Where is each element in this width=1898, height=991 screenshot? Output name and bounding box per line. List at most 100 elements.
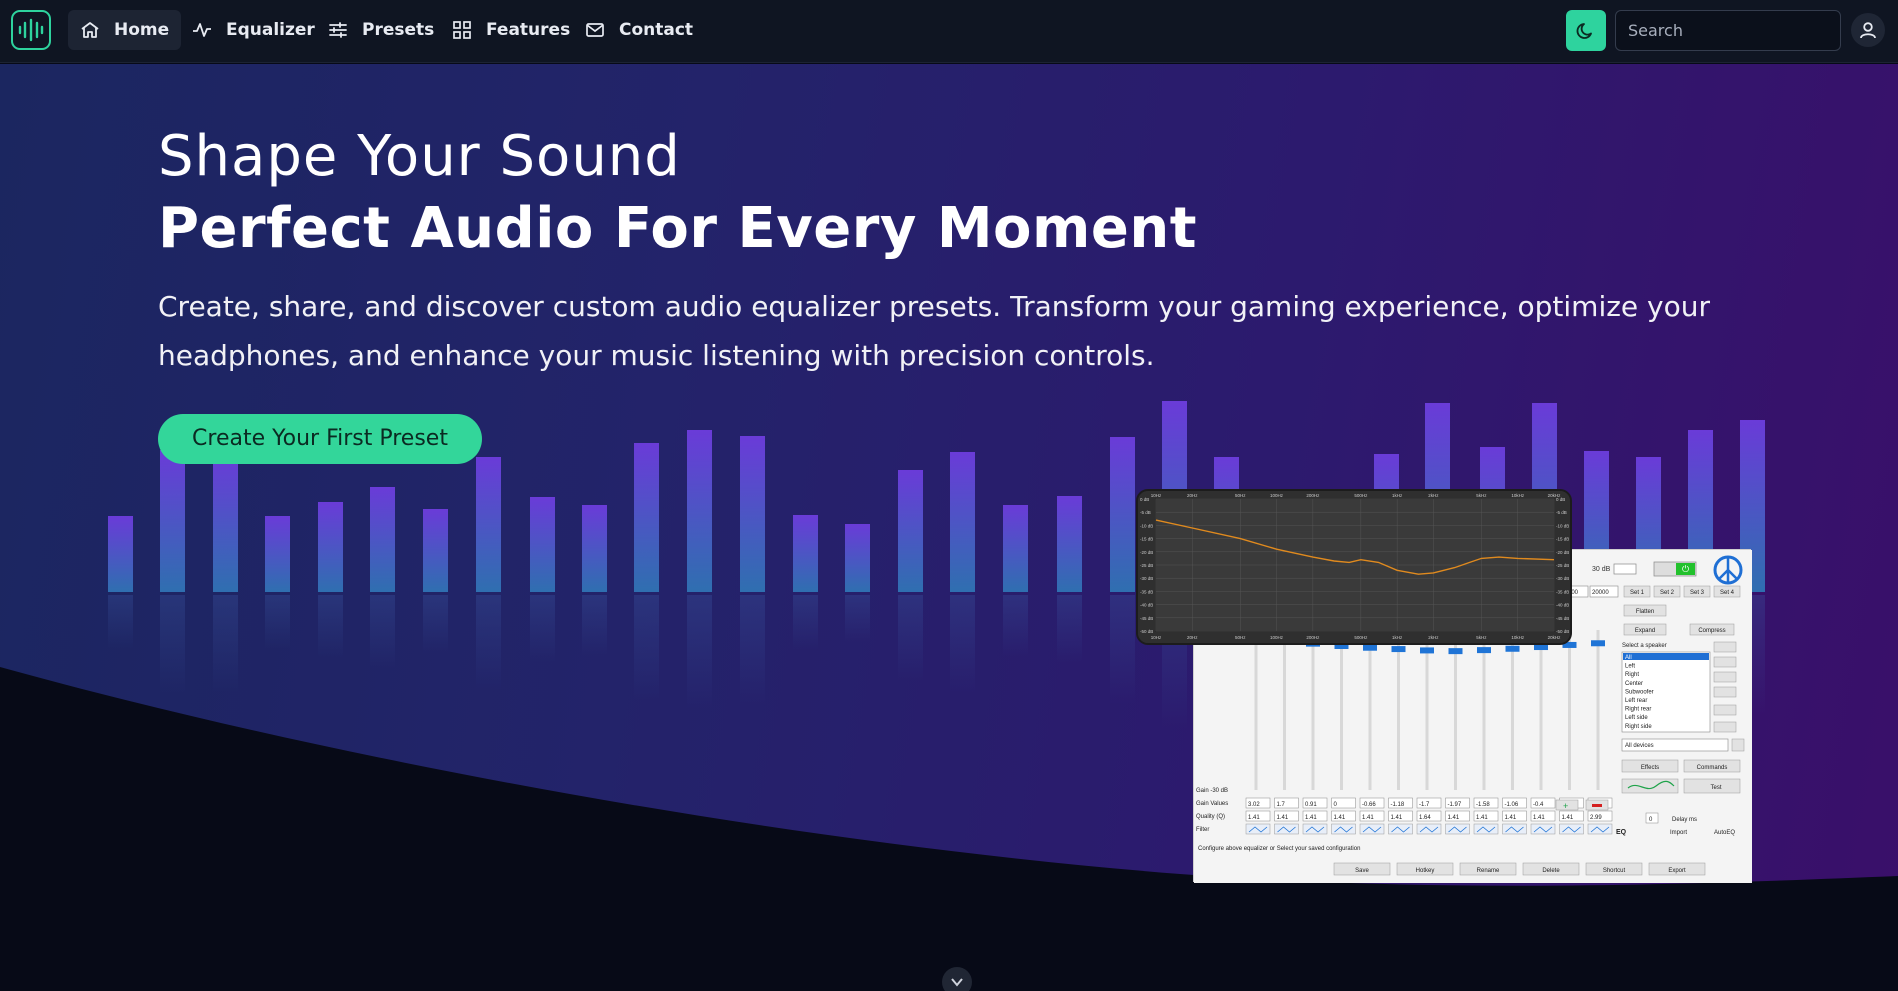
quality-value: 1.41: [1448, 815, 1460, 821]
band-slider-thumb[interactable]: [1391, 646, 1406, 653]
graph-db-label: -35 dB: [1556, 589, 1569, 594]
graph-db-label: -50 dB: [1556, 629, 1569, 634]
graph-freq-label: 200Hz: [1306, 635, 1320, 640]
graph-freq-label: 10Hz: [1151, 493, 1162, 498]
nav-home[interactable]: Home: [68, 10, 182, 50]
graph-freq-label: 20Hz: [1187, 635, 1198, 640]
footer-action-label: Shortcut: [1603, 868, 1626, 874]
hero-section: Shape Your Sound Perfect Audio For Every…: [0, 64, 1898, 991]
graph-freq-label: 200Hz: [1306, 493, 1320, 498]
graph-freq-label: 500Hz: [1354, 635, 1368, 640]
nav-equalizer-label: Equalizer: [226, 20, 315, 40]
graph-freq-label: 5kHz: [1476, 493, 1487, 498]
chevron-down-icon: [951, 978, 963, 987]
svg-text:Quality (Q): Quality (Q): [1196, 814, 1225, 820]
gain-value: -0.4: [1533, 802, 1544, 808]
graph-freq-label: 10kHz: [1511, 635, 1525, 640]
quality-value: 1.41: [1362, 815, 1374, 821]
graph-freq-label: 2kHz: [1428, 493, 1439, 498]
speaker-option[interactable]: Right rear: [1625, 707, 1651, 713]
quality-value: 1.41: [1391, 815, 1403, 821]
graph-freq-label: 100Hz: [1270, 493, 1284, 498]
graph-db-label: -10 dB: [1556, 523, 1569, 528]
graph-freq-label: 20kHz: [1548, 635, 1562, 640]
graph-db-label: -45 dB: [1556, 616, 1569, 621]
power-db-label: 30 dB: [1592, 566, 1611, 573]
speaker-option[interactable]: Center: [1625, 681, 1643, 687]
gain-value: 0.91: [1305, 802, 1317, 808]
svg-text:Flatten: Flatten: [1636, 609, 1654, 615]
top-navbar: Home Equalizer Presets Features Contact …: [0, 0, 1898, 63]
quality-value: 1.41: [1505, 815, 1517, 821]
theme-toggle-button[interactable]: [1566, 10, 1606, 51]
footer-action-label: Save: [1355, 868, 1369, 874]
speaker-option[interactable]: Subwoofer: [1625, 689, 1654, 695]
graph-db-label: -25 dB: [1556, 563, 1569, 568]
graph-db-label: 0 dB: [1556, 497, 1565, 502]
graph-db-label: -20 dB: [1140, 550, 1153, 555]
footer-action-label: Rename: [1477, 868, 1500, 874]
speaker-option[interactable]: Right: [1625, 672, 1639, 678]
hero-subtitle: Create, share, and discover custom audio…: [158, 290, 1711, 372]
gain-value: 3.02: [1248, 802, 1260, 808]
graph-db-label: -15 dB: [1140, 537, 1153, 542]
nav-equalizer[interactable]: Equalizer: [180, 10, 327, 50]
set-button-label: Set 2: [1660, 590, 1675, 596]
activity-icon: [193, 23, 211, 37]
graph-db-label: -30 dB: [1556, 576, 1569, 581]
speaker-option[interactable]: Left side: [1625, 715, 1648, 721]
band-slider-thumb[interactable]: [1420, 647, 1434, 654]
gain-value: 1.7: [1277, 802, 1286, 808]
speaker-option[interactable]: Left rear: [1625, 698, 1647, 704]
set-button-label: Set 4: [1720, 590, 1735, 596]
speaker-option[interactable]: All: [1625, 655, 1632, 661]
graph-db-label: -5 dB: [1140, 510, 1151, 515]
svg-text:Test: Test: [1710, 785, 1721, 791]
svg-text:Select a speaker: Select a speaker: [1622, 643, 1667, 649]
graph-db-label: -5 dB: [1556, 510, 1567, 515]
graph-freq-label: 20Hz: [1187, 493, 1198, 498]
svg-text:20000: 20000: [1592, 590, 1609, 596]
gain-value: -0.66: [1362, 802, 1376, 808]
create-preset-button[interactable]: Create Your First Preset: [158, 414, 482, 464]
svg-text:Commands: Commands: [1697, 765, 1728, 771]
scroll-down-button[interactable]: [942, 967, 972, 991]
svg-text:All devices: All devices: [1625, 743, 1654, 749]
grid-icon: [453, 21, 471, 39]
user-icon: [1860, 22, 1876, 39]
band-slider-thumb[interactable]: [1591, 640, 1605, 647]
graph-db-label: -10 dB: [1140, 523, 1153, 528]
svg-text:Compress: Compress: [1698, 628, 1725, 634]
search-input[interactable]: [1615, 10, 1841, 51]
graph-db-label: -30 dB: [1140, 576, 1153, 581]
speaker-option[interactable]: Left: [1625, 664, 1635, 670]
gain-value: -1.58: [1476, 802, 1490, 808]
logo-icon[interactable]: [11, 10, 51, 50]
quality-value: 1.41: [1476, 815, 1488, 821]
graph-freq-label: 1kHz: [1392, 493, 1403, 498]
hero-title-line1: Shape Your Sound: [158, 124, 681, 189]
nav-contact[interactable]: Contact: [573, 10, 705, 50]
nav-features[interactable]: Features: [440, 10, 582, 50]
band-slider-thumb[interactable]: [1448, 648, 1463, 655]
gain-value: -1.7: [1419, 802, 1430, 808]
speaker-option[interactable]: Right side: [1625, 724, 1652, 730]
footer-action-label: Export: [1668, 868, 1686, 874]
user-account-button[interactable]: [1851, 13, 1885, 47]
band-slider-thumb[interactable]: [1363, 644, 1377, 651]
gain-value: -1.06: [1505, 802, 1519, 808]
graph-freq-label: 10Hz: [1151, 635, 1162, 640]
graph-db-label: -40 dB: [1556, 603, 1569, 608]
sliders-icon: [329, 22, 347, 38]
graph-freq-label: 5kHz: [1476, 635, 1487, 640]
graph-freq-label: 10kHz: [1511, 493, 1525, 498]
graph-freq-label: 50Hz: [1235, 635, 1246, 640]
graph-freq-label: 50Hz: [1235, 493, 1246, 498]
graph-freq-label: 2kHz: [1428, 635, 1439, 640]
mail-icon: [586, 23, 604, 37]
nav-presets[interactable]: Presets: [316, 10, 446, 50]
graph-db-label: 0 dB: [1140, 497, 1149, 502]
band-slider-thumb[interactable]: [1505, 645, 1520, 652]
band-slider-thumb[interactable]: [1477, 647, 1491, 654]
gain-value: -1.18: [1391, 802, 1405, 808]
